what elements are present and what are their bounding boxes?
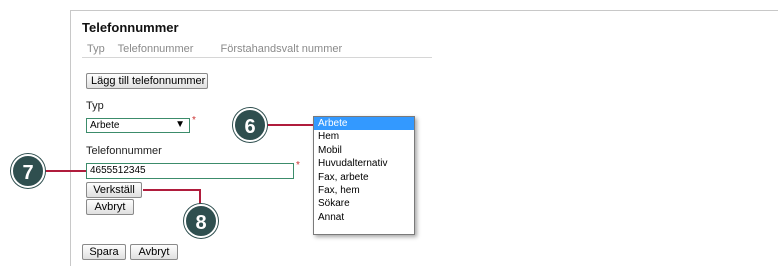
callout-leader-lines	[45, 124, 313, 206]
callout-badge-6: 6	[233, 108, 267, 142]
callout-badge-8: 8	[184, 204, 218, 238]
callout-badge-7: 7	[11, 154, 45, 188]
callout-8-line	[143, 189, 201, 206]
